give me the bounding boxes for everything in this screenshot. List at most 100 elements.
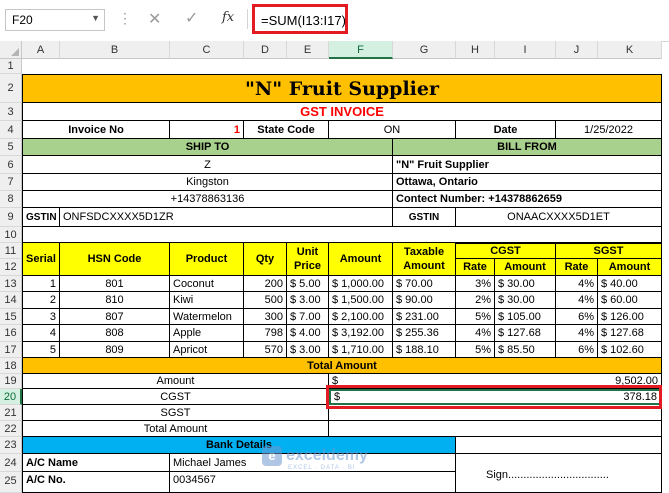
- drag-handle-icon[interactable]: ⋮: [118, 10, 132, 27]
- bill-gstin-value[interactable]: ONAACXXXX5D1ET: [456, 208, 662, 227]
- cell-amount[interactable]: $ 2,100.00: [329, 309, 393, 325]
- cell-cgst-rate[interactable]: 5%: [456, 309, 495, 325]
- ship-city[interactable]: Kingston: [22, 174, 393, 191]
- col-header-i[interactable]: I: [495, 41, 556, 59]
- bill-city[interactable]: Ottawa, Ontario: [393, 174, 662, 191]
- cell-qty[interactable]: 798: [244, 325, 287, 342]
- cell-amount[interactable]: $ 3,192.00: [329, 325, 393, 342]
- cell-hsn[interactable]: 809: [60, 342, 170, 358]
- row-header[interactable]: 17: [0, 342, 22, 358]
- total-value-cell[interactable]: [329, 421, 662, 437]
- row-header[interactable]: 8: [0, 191, 22, 208]
- row-header[interactable]: 18: [0, 358, 22, 374]
- col-header-a[interactable]: A: [22, 41, 60, 59]
- cell-cgst-amount[interactable]: $ 85.50: [495, 342, 556, 358]
- col-header-e[interactable]: E: [287, 41, 329, 59]
- ship-gstin-value[interactable]: ONFSDCXXXX5D1ZR: [60, 208, 393, 227]
- cell-product[interactable]: Kiwi: [170, 292, 244, 309]
- row-header[interactable]: 22: [0, 421, 22, 437]
- cell-qty[interactable]: 570: [244, 342, 287, 358]
- col-header-b[interactable]: B: [60, 41, 170, 59]
- cell-cgst-amount[interactable]: $ 30.00: [495, 276, 556, 292]
- col-header-j[interactable]: J: [556, 41, 598, 59]
- cell-hsn[interactable]: 810: [60, 292, 170, 309]
- row-header[interactable]: 15: [0, 309, 22, 325]
- cancel-icon[interactable]: ✕: [148, 9, 161, 29]
- sgst-total-cell[interactable]: [329, 405, 662, 421]
- row-header[interactable]: 13: [0, 276, 22, 292]
- confirm-icon[interactable]: ✓: [185, 8, 198, 28]
- row-header[interactable]: 3: [0, 103, 22, 121]
- cell-taxable[interactable]: $ 255.36: [393, 325, 456, 342]
- bill-name[interactable]: "N" Fruit Supplier: [393, 156, 662, 174]
- row-header[interactable]: 11: [0, 243, 22, 259]
- row-header[interactable]: 20: [0, 389, 22, 405]
- cell-taxable[interactable]: $ 188.10: [393, 342, 456, 358]
- cell-unit-price[interactable]: $ 3.00: [287, 292, 329, 309]
- row-header[interactable]: 2: [0, 74, 22, 103]
- cell-cgst-rate[interactable]: 3%: [456, 276, 495, 292]
- amount-total-cell[interactable]: $ 9,502.00: [329, 374, 662, 389]
- name-box[interactable]: F20 ▼: [5, 9, 105, 31]
- cell-sgst-rate[interactable]: 4%: [556, 325, 598, 342]
- cell-unit-price[interactable]: $ 5.00: [287, 276, 329, 292]
- cell-amount[interactable]: $ 1,710.00: [329, 342, 393, 358]
- sign-field[interactable]: Sign.................................: [456, 454, 662, 493]
- cell-sgst-rate[interactable]: 6%: [556, 342, 598, 358]
- cell-sgst-amount[interactable]: $ 40.00: [598, 276, 662, 292]
- select-all-corner[interactable]: [0, 41, 22, 59]
- row-header[interactable]: 25: [0, 472, 22, 493]
- chevron-down-icon[interactable]: ▼: [91, 13, 100, 23]
- cell-qty[interactable]: 300: [244, 309, 287, 325]
- row-header[interactable]: 24: [0, 454, 22, 472]
- cell-product[interactable]: Coconut: [170, 276, 244, 292]
- row-header[interactable]: 10: [0, 227, 22, 243]
- cell-unit-price[interactable]: $ 4.00: [287, 325, 329, 342]
- cell-sgst-amount[interactable]: $ 126.00: [598, 309, 662, 325]
- row-header[interactable]: 7: [0, 174, 22, 191]
- cell-cgst-amount[interactable]: $ 30.00: [495, 292, 556, 309]
- row-header[interactable]: 12: [0, 259, 22, 276]
- col-header-g[interactable]: G: [393, 41, 456, 59]
- cell-cgst-rate[interactable]: 4%: [456, 325, 495, 342]
- col-header-k[interactable]: K: [598, 41, 662, 59]
- cell-hsn[interactable]: 808: [60, 325, 170, 342]
- cgst-total-cell[interactable]: $ 378.18: [329, 389, 662, 405]
- cell-sgst-rate[interactable]: 6%: [556, 309, 598, 325]
- ac-no-value[interactable]: 0034567: [170, 472, 456, 493]
- cell-product[interactable]: Apple: [170, 325, 244, 342]
- state-code-value[interactable]: ON: [329, 121, 456, 139]
- col-header-c[interactable]: C: [170, 41, 244, 59]
- cell-cgst-amount[interactable]: $ 105.00: [495, 309, 556, 325]
- cell-sgst-rate[interactable]: 4%: [556, 292, 598, 309]
- cell-serial[interactable]: 1: [22, 276, 60, 292]
- cell-amount[interactable]: $ 1,000.00: [329, 276, 393, 292]
- cell-serial[interactable]: 2: [22, 292, 60, 309]
- row-header[interactable]: 6: [0, 156, 22, 174]
- invoice-title[interactable]: GST INVOICE: [22, 103, 662, 121]
- row-header[interactable]: 21: [0, 405, 22, 421]
- cell-hsn[interactable]: 801: [60, 276, 170, 292]
- ship-name[interactable]: Z: [22, 156, 393, 174]
- row-header[interactable]: 16: [0, 325, 22, 342]
- cell-unit-price[interactable]: $ 3.00: [287, 342, 329, 358]
- cell-cgst-rate[interactable]: 5%: [456, 342, 495, 358]
- col-header-d[interactable]: D: [244, 41, 287, 59]
- row-header[interactable]: 5: [0, 139, 22, 156]
- cell-qty[interactable]: 200: [244, 276, 287, 292]
- cell-taxable[interactable]: $ 70.00: [393, 276, 456, 292]
- cell-sgst-amount[interactable]: $ 127.68: [598, 325, 662, 342]
- col-header-f[interactable]: F: [329, 41, 393, 59]
- row-header[interactable]: 9: [0, 208, 22, 227]
- cell-cgst-rate[interactable]: 2%: [456, 292, 495, 309]
- date-value[interactable]: 1/25/2022: [556, 121, 662, 139]
- cell-amount[interactable]: $ 1,500.00: [329, 292, 393, 309]
- row-header[interactable]: 14: [0, 292, 22, 309]
- invoice-no-value[interactable]: 1: [170, 121, 244, 139]
- cell-taxable[interactable]: $ 231.00: [393, 309, 456, 325]
- cell-serial[interactable]: 4: [22, 325, 60, 342]
- cell-taxable[interactable]: $ 90.00: [393, 292, 456, 309]
- cell-serial[interactable]: 5: [22, 342, 60, 358]
- cell-sgst-amount[interactable]: $ 60.00: [598, 292, 662, 309]
- cell-product[interactable]: Watermelon: [170, 309, 244, 325]
